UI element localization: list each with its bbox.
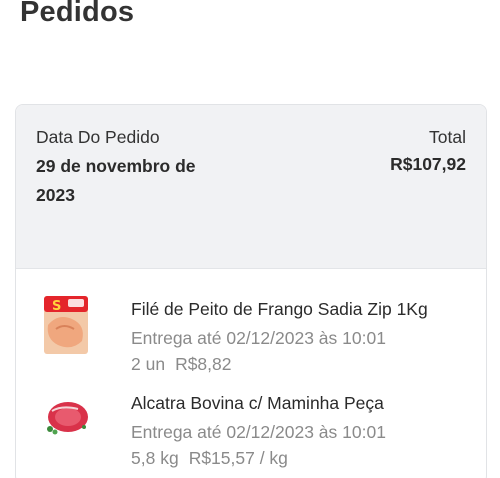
item-price: R$15,57 / kg <box>188 448 288 468</box>
item-name: Alcatra Bovina c/ Maminha Peça <box>131 393 384 413</box>
item-delivery: Entrega até 02/12/2023 às 10:01 <box>131 328 386 348</box>
item-quantity-line: 2 un R$8,82 <box>131 354 232 375</box>
order-date-value: 29 de novembro de 2023 <box>36 156 196 205</box>
item-quantity: 5,8 kg <box>131 448 179 468</box>
item-quantity-line: 5,8 kg R$15,57 / kg <box>131 448 288 469</box>
beef-cut-image <box>47 402 88 435</box>
item-delivery: Entrega até 02/12/2023 às 10:01 <box>131 422 386 442</box>
item-price: R$8,82 <box>175 354 232 374</box>
order-item[interactable]: Alcatra Bovina c/ Maminha Peça Entrega a… <box>16 385 486 475</box>
order-total-value: R$107,92 <box>390 154 466 174</box>
order-date-label: Data Do Pedido <box>36 127 160 147</box>
svg-text:S: S <box>52 299 61 314</box>
item-name: Filé de Peito de Frango Sadia Zip 1Kg <box>131 299 428 319</box>
order-item[interactable]: S Filé de Peito de Frango Sadia Zip 1Kg … <box>16 291 486 381</box>
order-total-label: Total <box>429 127 466 147</box>
chicken-breast-package-image: S <box>44 296 88 354</box>
page-title: Pedidos <box>20 0 135 28</box>
item-quantity: 2 un <box>131 354 166 374</box>
order-card[interactable]: Data Do Pedido 29 de novembro de 2023 To… <box>15 104 487 478</box>
order-header: Data Do Pedido 29 de novembro de 2023 To… <box>16 105 486 269</box>
